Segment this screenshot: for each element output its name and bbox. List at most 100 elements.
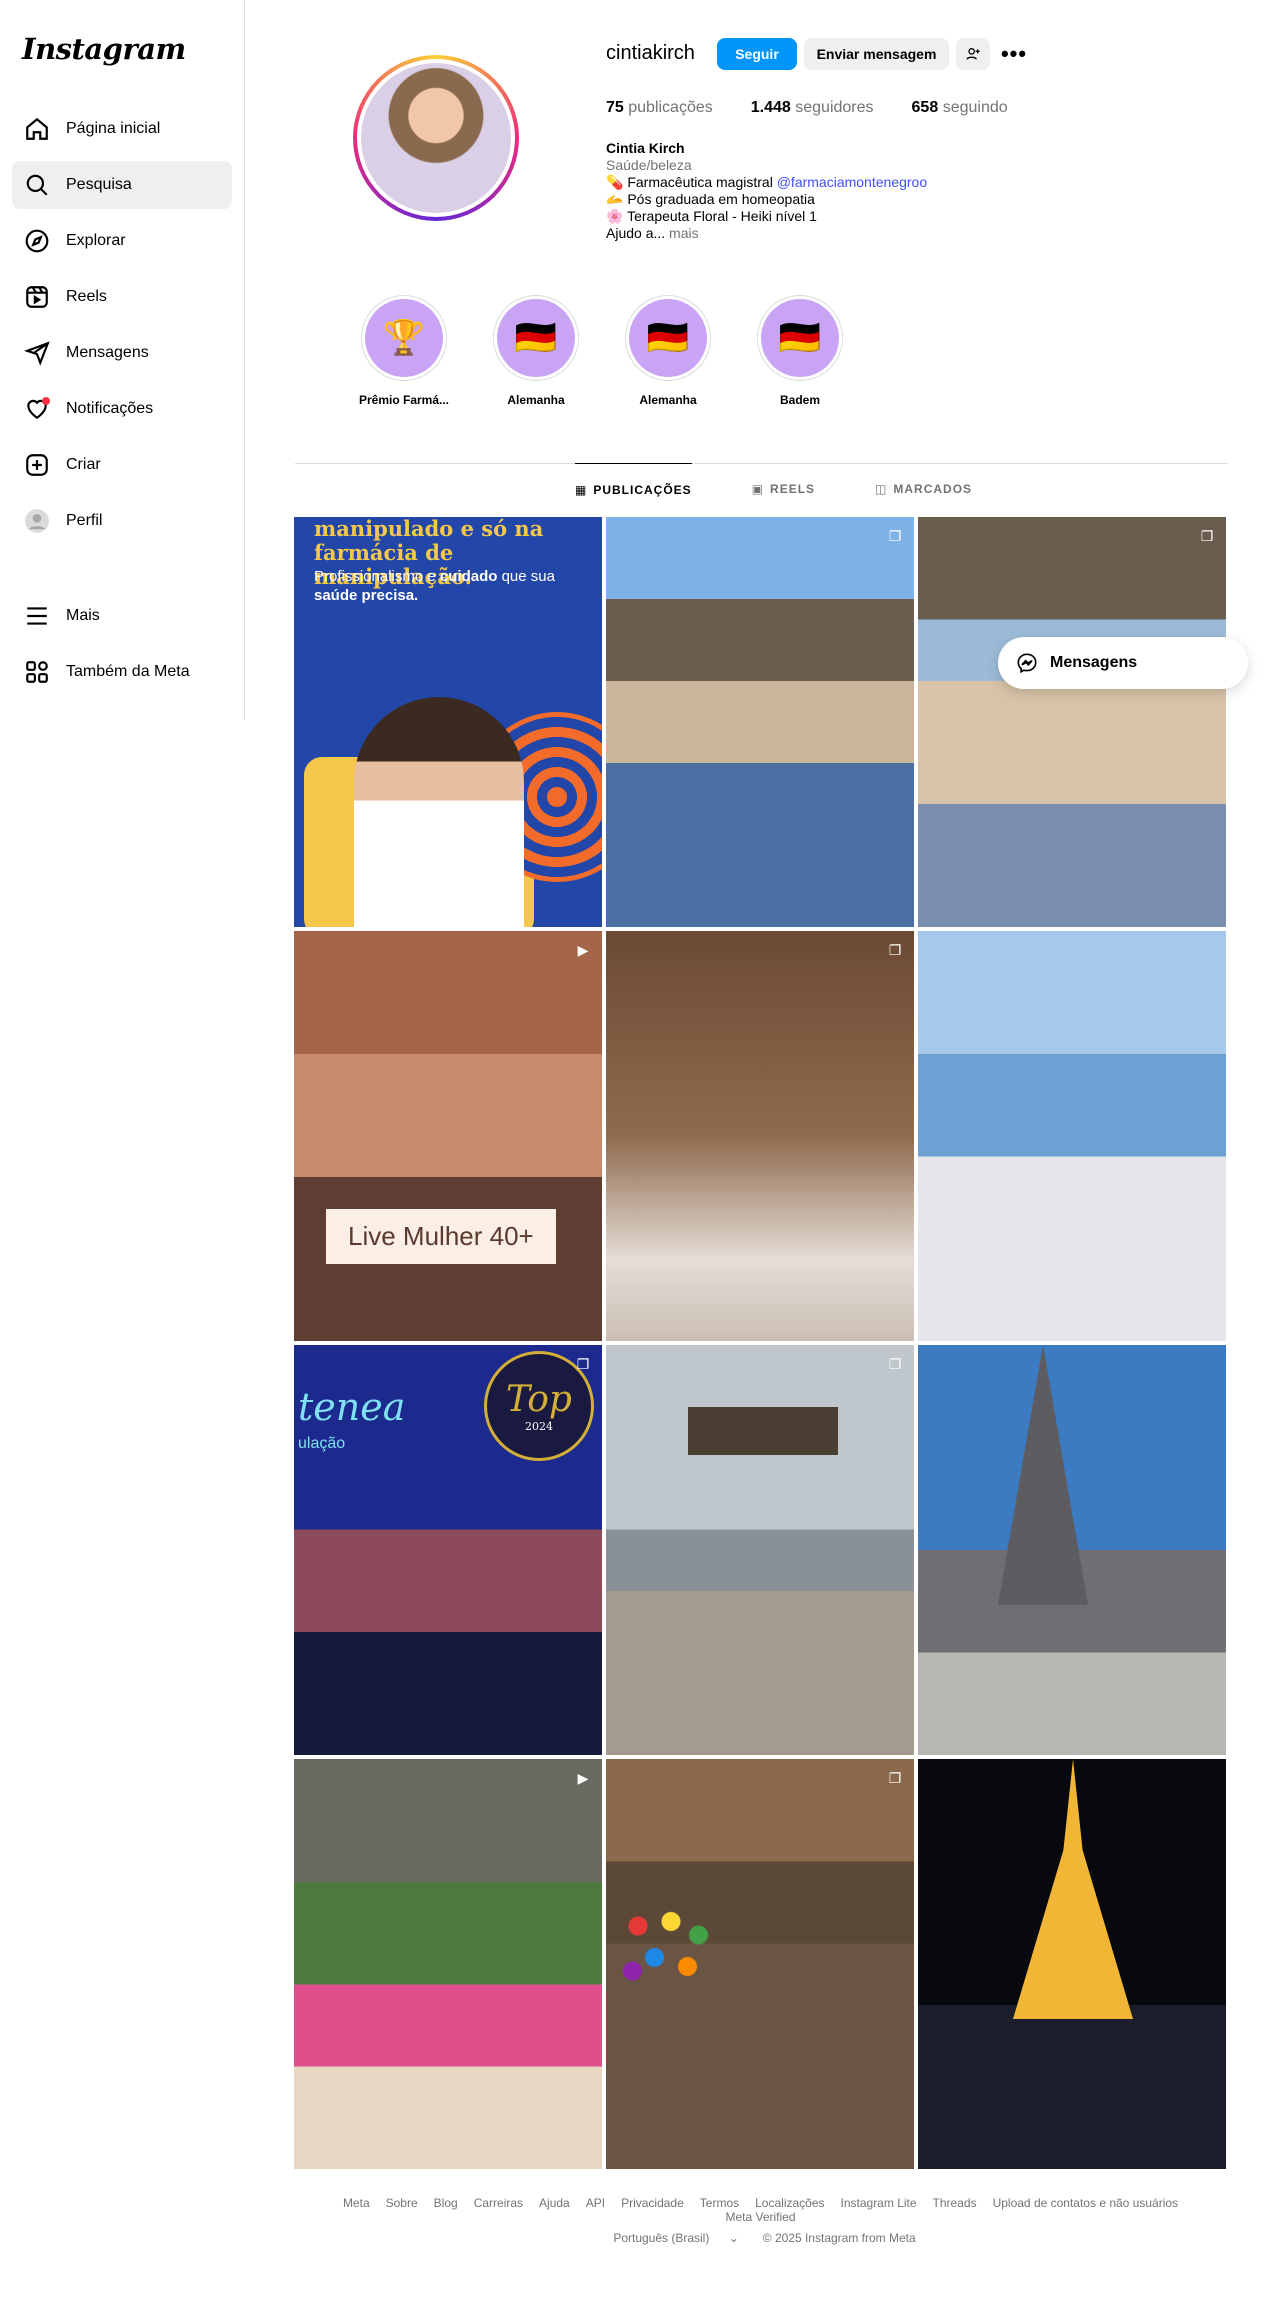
bio-mention-link[interactable]: @farmaciamontenegroo [777,174,927,190]
highlight-circle: 🇩🇪 [757,295,843,381]
sidebar-item-label: Também da Meta [66,663,190,680]
followers-stat[interactable]: 1.448 seguidores [751,99,874,117]
post-subtext-part: Profissionalismo e [314,568,440,585]
footer-link[interactable]: API [586,2196,605,2210]
highlight-item[interactable]: 🇩🇪 Alemanha [471,295,601,407]
bio-more-link[interactable]: mais [669,225,699,241]
sidebar-item-label: Pesquisa [66,176,132,193]
highlight-item[interactable]: 🏆 Prêmio Farmá... [339,295,469,407]
post-thumbnail[interactable] [918,1759,1226,2169]
suggested-users-button[interactable] [956,38,990,70]
sidebar: Instagram Página inicial Pesquisa Explor… [0,0,245,720]
tab-posts[interactable]: ▦ PUBLICAÇÕES [575,463,692,515]
profile-avatar-icon [24,508,50,534]
carousel-icon: ❐ [888,528,902,544]
highlight-circle: 🏆 [361,295,447,381]
footer-link[interactable]: Carreiras [474,2196,523,2210]
bio-name: Cintia Kirch [606,140,685,156]
post-thumbnail[interactable]: ❐ [918,517,1226,927]
footer-link[interactable]: Meta Verified [725,2210,795,2224]
sidebar-item-reels[interactable]: Reels [12,273,232,321]
followers-count: 1.448 [750,99,791,116]
sidebar-nav: Página inicial Pesquisa Explorar Reels M… [12,105,232,553]
award-seal-year: 2024 [525,1420,553,1433]
post-thumbnail[interactable]: manipulado e só na farmácia de manipulaç… [294,517,602,927]
footer-link[interactable]: Instagram Lite [841,2196,917,2210]
sidebar-item-profile[interactable]: Perfil [12,497,232,545]
tab-label: REELS [770,482,816,496]
post-thumbnail[interactable]: ▶ [294,1759,602,2169]
tagged-icon: ◫ [875,482,888,496]
avatar-inner [357,59,515,217]
footer-link[interactable]: Termos [700,2196,739,2210]
post-thumbnail[interactable]: ❐ [606,931,914,1341]
follow-button[interactable]: Seguir [717,38,797,70]
tab-reels[interactable]: ▣ REELS [752,463,815,515]
sidebar-item-home[interactable]: Página inicial [12,105,232,153]
footer-link[interactable]: Meta [343,2196,370,2210]
post-thumbnail[interactable] [918,931,1226,1341]
sidebar-item-meta[interactable]: Também da Meta [12,648,232,696]
post-thumbnail[interactable] [918,1345,1226,1755]
language-selector[interactable]: Português (Brasil) ⌄ [605,2231,746,2245]
candy-figure [616,1899,726,1989]
floating-messages-label: Mensagens [1050,654,1138,671]
profile-username: cintiakirch [606,42,695,64]
bio-line-text: Farmacêutica magistral [627,174,773,190]
send-icon [24,340,50,366]
footer-link[interactable]: Sobre [386,2196,418,2210]
footer-link[interactable]: Blog [434,2196,458,2210]
bio-line: 🌸 Terapeuta Floral - Heiki nível 1 [606,208,1006,225]
bio-line: 💊 Farmacêutica magistral @farmaciamonten… [606,174,1006,191]
instagram-logo[interactable]: Instagram [22,32,186,66]
sidebar-item-label: Notificações [66,400,154,417]
sidebar-item-notifications[interactable]: Notificações [12,385,232,433]
compass-icon [24,228,50,254]
sidebar-item-more[interactable]: Mais [12,592,232,640]
post-brand-subtext: ulação [298,1435,346,1452]
bio-line-text: Ajudo a... [606,225,666,241]
sidebar-item-search[interactable]: Pesquisa [12,161,232,209]
more-options-button[interactable]: ••• [998,38,1030,70]
post-thumbnail[interactable]: ❐ [606,517,914,927]
notification-dot [42,397,50,405]
highlight-item[interactable]: 🇩🇪 Badem [735,295,865,407]
post-brand-text: tenea [298,1385,406,1429]
sidebar-item-explore[interactable]: Explorar [12,217,232,265]
post-thumbnail[interactable]: ❐ [606,1345,914,1755]
footer-link[interactable]: Threads [933,2196,977,2210]
avatar-photo [361,63,511,213]
post-thumbnail[interactable]: ❐ [606,1759,914,2169]
hand-emoji: 🫴 [606,191,624,207]
posts-count: 75 [606,99,624,116]
highlight-item[interactable]: 🇩🇪 Alemanha [603,295,733,407]
send-message-button[interactable]: Enviar mensagem [804,38,949,70]
chevron-down-icon: ⌄ [728,2231,739,2245]
sidebar-item-messages[interactable]: Mensagens [12,329,232,377]
flower-emoji: 🌸 [606,208,624,224]
footer-link[interactable]: Privacidade [621,2196,684,2210]
following-stat[interactable]: 658 seguindo [912,99,1008,117]
sidebar-item-label: Criar [66,456,101,473]
post-thumbnail[interactable]: ▶ Live Mulher 40+ [294,931,602,1341]
floating-messages-button[interactable]: Mensagens [998,637,1248,689]
footer-link[interactable]: Localizações [755,2196,824,2210]
pill-emoji: 💊 [606,174,624,190]
profile-avatar[interactable] [353,55,519,221]
highlight-circle: 🇩🇪 [625,295,711,381]
post-caption-overlay: Live Mulher 40+ [326,1209,556,1264]
reels-icon [24,284,50,310]
sidebar-item-label: Página inicial [66,120,161,137]
reel-icon: ▶ [577,1770,589,1786]
germany-flag-icon: 🇩🇪 [629,299,707,377]
tab-tagged[interactable]: ◫ MARCADOS [875,463,972,515]
post-thumbnail[interactable]: tenea ulação Top 2024 ❐ [294,1345,602,1755]
post-subtext-bold: cuidado [439,568,498,585]
sidebar-item-label: Mensagens [66,344,149,361]
sidebar-item-create[interactable]: Criar [12,441,232,489]
highlight-label: Alemanha [507,393,565,407]
bio-line: Ajudo a... mais [606,225,1006,242]
posts-grid: manipulado e só na farmácia de manipulaç… [294,517,1227,2169]
footer-link[interactable]: Ajuda [539,2196,570,2210]
footer-link[interactable]: Upload de contatos e não usuários [993,2196,1178,2210]
